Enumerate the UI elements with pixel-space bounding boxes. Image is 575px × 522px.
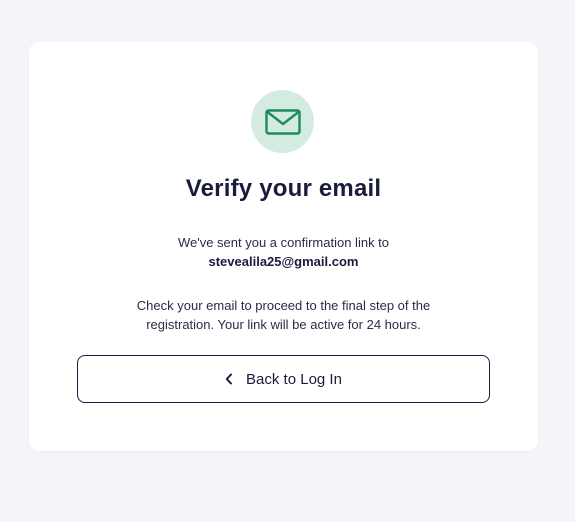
verify-email-card: Verify your email We've sent you a confi… [29,42,538,451]
back-to-login-button[interactable]: Back to Log In [77,355,490,403]
envelope-icon [264,108,301,135]
page-title: Verify your email [185,175,382,202]
envelope-icon-badge [251,90,314,153]
instructions-text: Check your email to proceed to the final… [136,298,431,332]
email-address: stevealila25@gmail.com [208,254,359,269]
chevron-left-icon [225,373,233,385]
back-to-login-label: Back to Log In [246,370,342,388]
confirmation-sent-text: We've sent you a confirmation link to [177,235,390,250]
